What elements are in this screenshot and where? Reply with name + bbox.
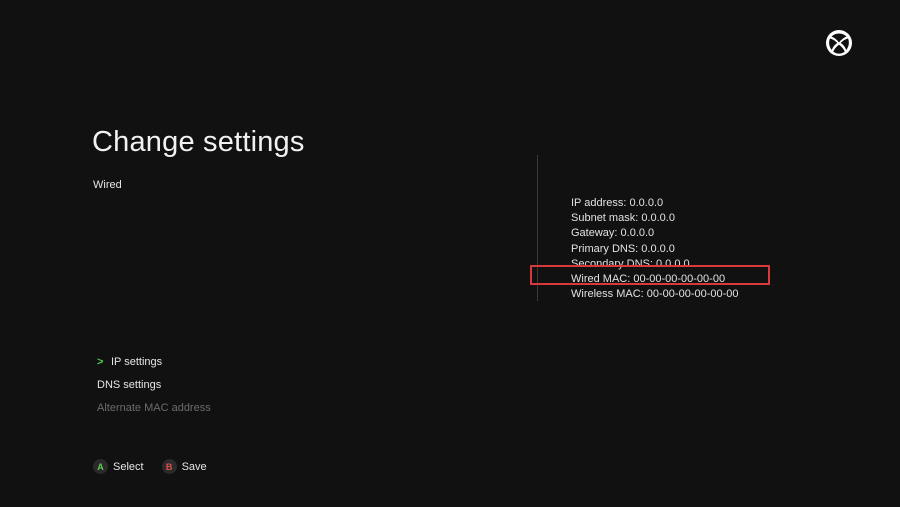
menu-item-dns-settings[interactable]: DNS settings xyxy=(97,373,211,396)
ip-address-value: IP address: 0.0.0.0 xyxy=(571,197,664,209)
menu-item-label: Alternate MAC address xyxy=(97,401,211,414)
save-hint[interactable]: B Save xyxy=(161,459,207,474)
console-settings-screen: Change settings Wired IP address: 0.0.0.… xyxy=(0,0,900,507)
a-button-icon: A xyxy=(93,459,108,474)
settings-menu: > IP settings DNS settings Alternate MAC… xyxy=(97,350,211,419)
primary-dns-value: Primary DNS: 0.0.0.0 xyxy=(571,242,675,255)
chevron-right-icon: > xyxy=(97,355,104,368)
save-hint-label: Save xyxy=(181,460,207,473)
menu-item-label: IP settings xyxy=(111,355,163,368)
wired-mac-highlight xyxy=(530,265,770,285)
wireless-mac-value: Wireless MAC: 00-00-00-00-00-00 xyxy=(571,288,739,301)
menu-item-label: DNS settings xyxy=(97,378,162,391)
subnet-mask-value: Subnet mask: 0.0.0.0 xyxy=(571,212,675,225)
gateway-value: Gateway: 0.0.0.0 xyxy=(571,227,655,240)
b-button-icon: B xyxy=(161,459,177,474)
connection-type-label: Wired xyxy=(93,179,122,191)
select-hint-label: Select xyxy=(113,460,144,473)
select-hint[interactable]: A Select xyxy=(93,459,144,474)
button-hints: A Select B Save xyxy=(93,459,225,474)
menu-item-alternate-mac-address: Alternate MAC address xyxy=(97,396,211,419)
page-title: Change settings xyxy=(92,126,305,158)
xbox-logo-icon xyxy=(826,30,852,56)
menu-item-ip-settings[interactable]: > IP settings xyxy=(97,350,211,373)
network-info-panel: IP address: 0.0.0.0 Subnet mask: 0.0.0.0… xyxy=(571,196,739,302)
